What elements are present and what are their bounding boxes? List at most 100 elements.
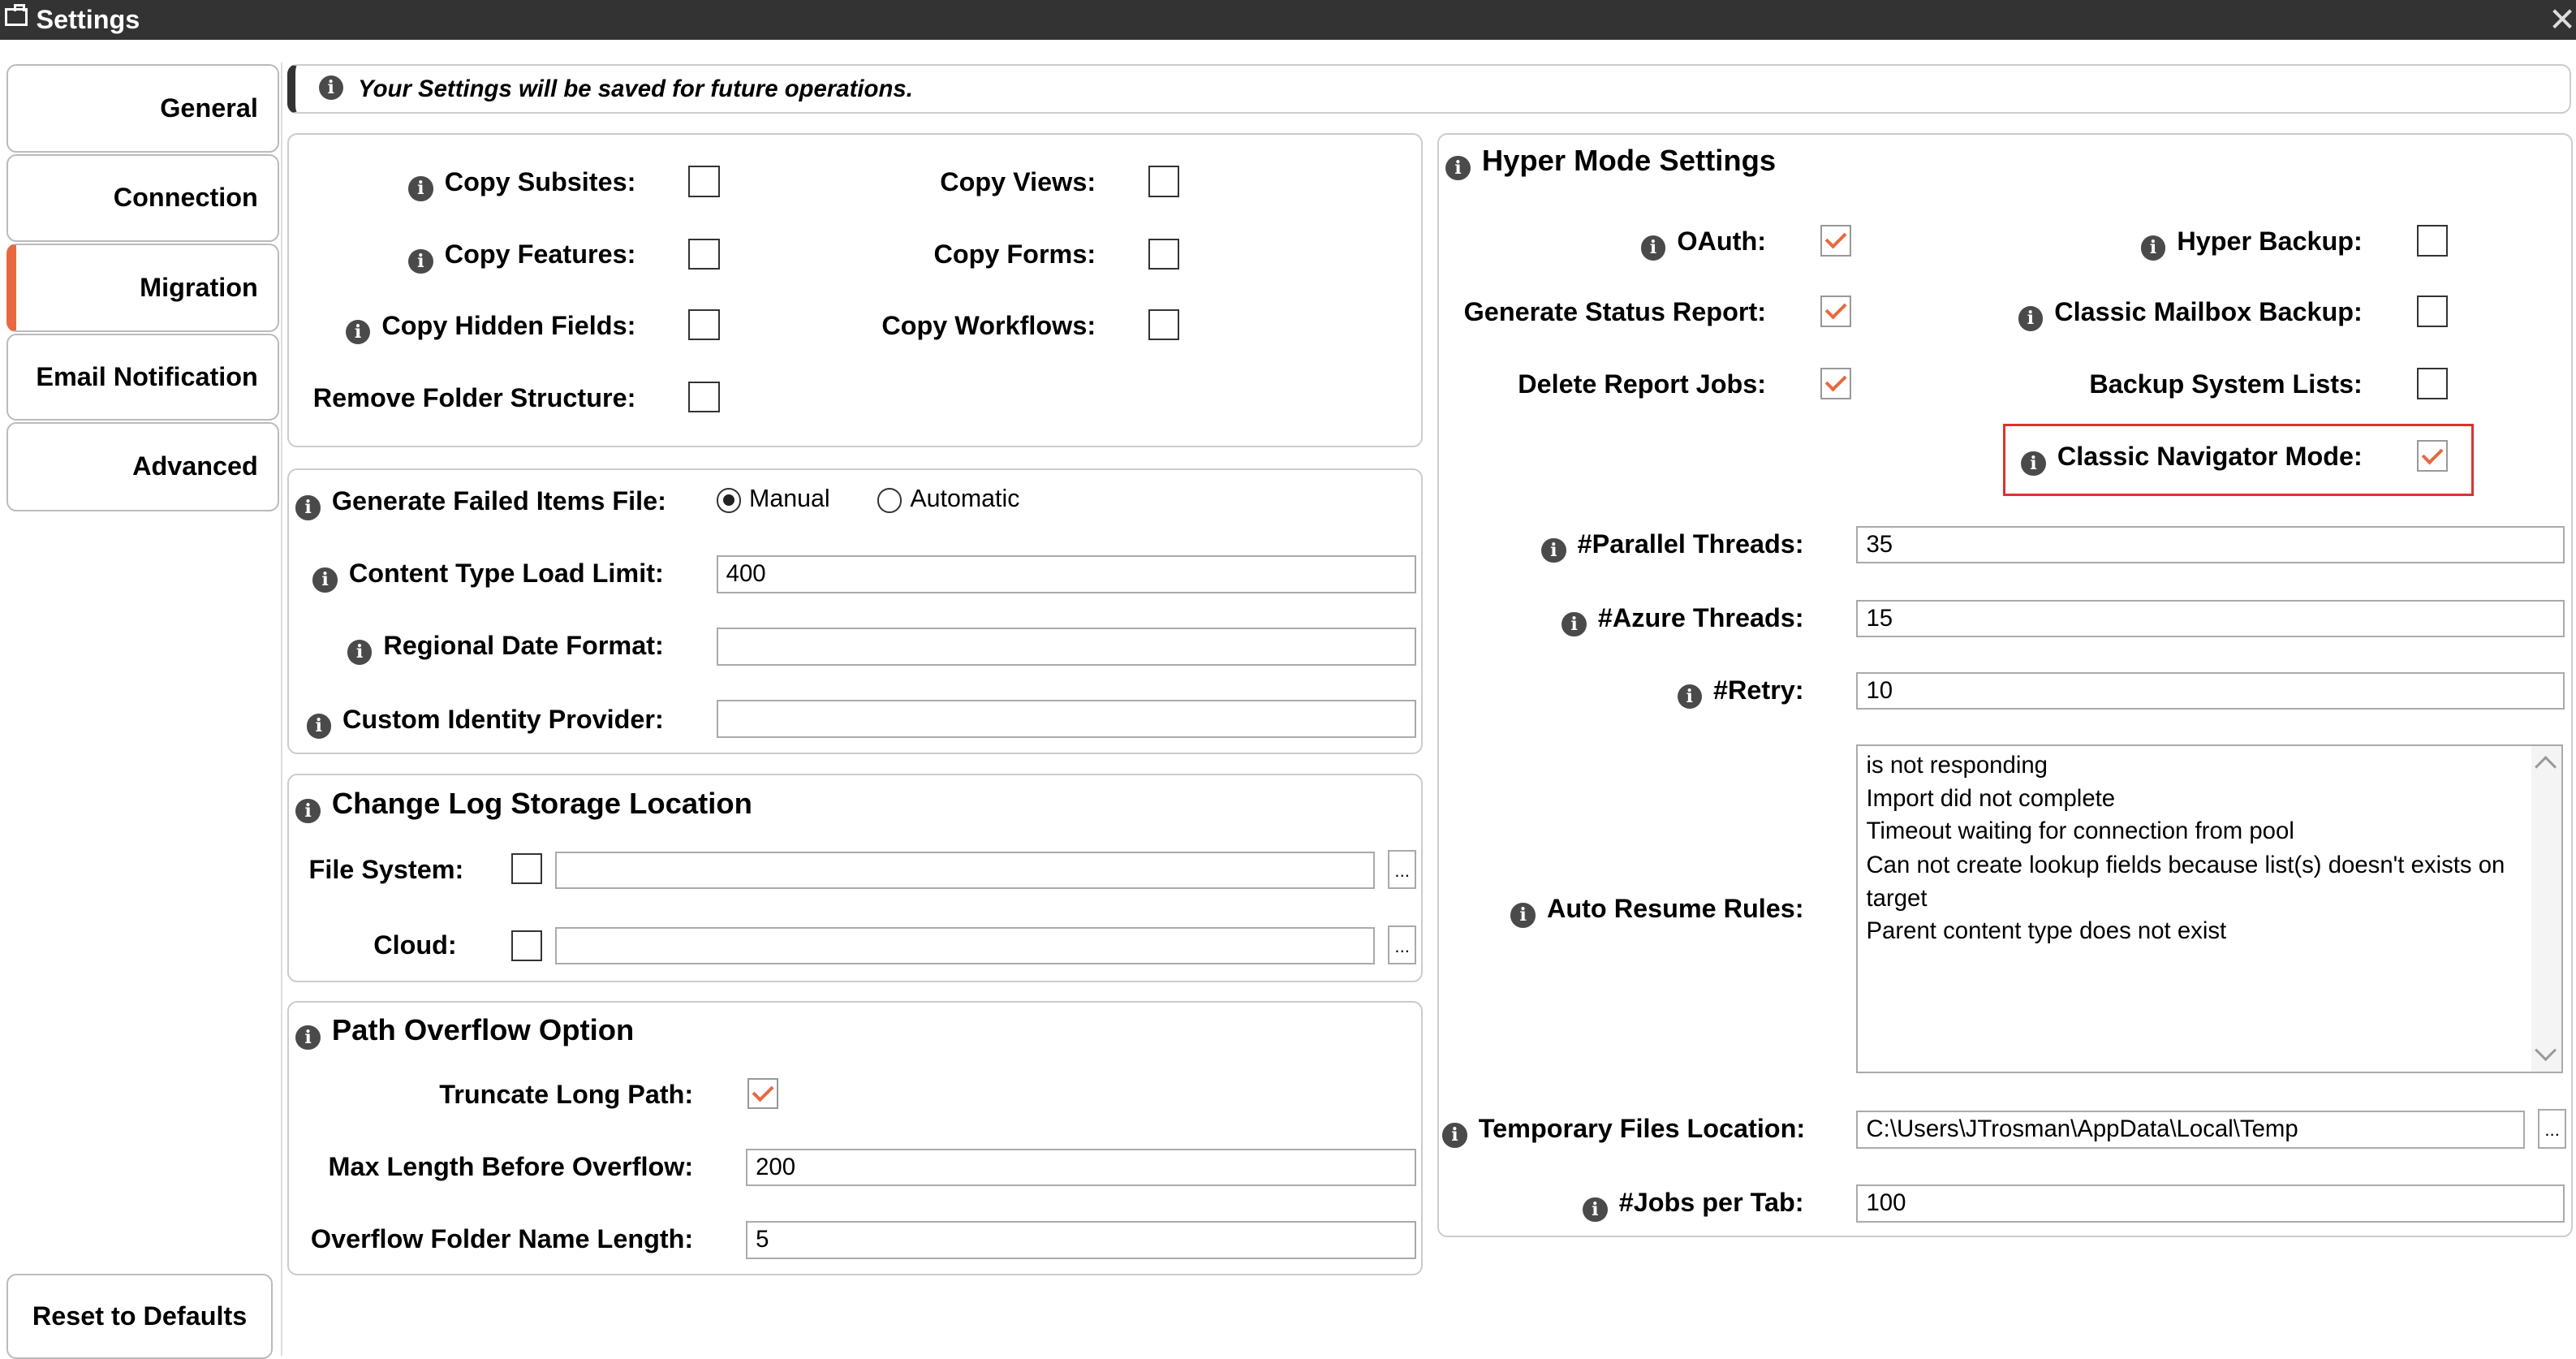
content-type-limit-input[interactable]: 400 <box>716 555 1416 593</box>
rule-line: Can not create lookup fields because lis… <box>1866 852 2505 879</box>
retry-input[interactable]: 10 <box>1856 671 2565 710</box>
info-icon[interactable]: i <box>1445 156 1471 181</box>
copy-features-label: i Copy Features: <box>295 236 635 274</box>
cloud-browse-button[interactable]: ... <box>1388 925 1416 965</box>
reset-to-defaults-button[interactable]: Reset to Defaults <box>6 1273 274 1359</box>
cloud-checkbox[interactable] <box>510 930 542 962</box>
delete-report-jobs-label: Delete Report Jobs: <box>1518 369 1767 399</box>
copy-views-checkbox[interactable] <box>1148 166 1180 197</box>
regional-date-format-label: i Regional Date Format: <box>295 628 664 665</box>
tab-label: Email Notification <box>36 362 258 392</box>
file-system-path-input[interactable] <box>555 851 1376 890</box>
status-report-checkbox[interactable] <box>1820 296 1852 327</box>
backup-system-lists-label: Backup System Lists: <box>2089 369 2363 399</box>
info-icon[interactable]: i <box>1541 537 1566 563</box>
classic-mailbox-backup-label: i Classic Mailbox Backup: <box>1889 294 2363 331</box>
info-icon[interactable]: i <box>347 640 373 665</box>
path-overflow-title: i Path Overflow Option <box>295 1011 634 1051</box>
manual-radio-label[interactable]: Manual <box>749 483 830 516</box>
info-icon[interactable]: i <box>1677 684 1702 710</box>
rule-line: Parent content type does not exist <box>1866 917 2227 945</box>
parallel-threads-label: i #Parallel Threads: <box>1445 526 1804 563</box>
info-icon[interactable]: i <box>2018 306 2044 331</box>
info-icon[interactable]: i <box>312 567 338 593</box>
oauth-checkbox[interactable] <box>1820 225 1852 257</box>
max-length-label: Max Length Before Overflow: <box>328 1151 694 1181</box>
hyper-backup-label: i Hyper Backup: <box>1889 223 2363 261</box>
parallel-threads-input[interactable]: 35 <box>1856 525 2565 564</box>
close-icon[interactable]: ✕ <box>2548 0 2576 39</box>
max-length-input[interactable]: 200 <box>746 1148 1416 1187</box>
info-icon[interactable]: i <box>1562 611 1587 637</box>
file-system-browse-button[interactable]: ... <box>1388 849 1416 890</box>
regional-date-format-input[interactable] <box>716 628 1416 666</box>
tab-label: Advanced <box>132 451 258 481</box>
info-icon[interactable]: i <box>408 176 433 201</box>
info-icon[interactable]: i <box>1442 1123 1467 1148</box>
copy-views-label: Copy Views: <box>940 167 1096 197</box>
truncate-long-path-checkbox[interactable] <box>747 1077 779 1110</box>
tab-connection[interactable]: Connection <box>6 154 280 242</box>
copy-subsites-label: i Copy Subsites: <box>295 164 635 201</box>
copy-features-checkbox[interactable] <box>688 238 720 270</box>
sidebar-divider <box>281 62 283 1356</box>
info-icon[interactable]: i <box>408 248 433 274</box>
temp-files-location-label: i Temporary Files Location: <box>1442 1111 1805 1148</box>
manual-radio[interactable] <box>716 488 741 513</box>
backup-system-lists-checkbox[interactable] <box>2416 368 2449 399</box>
auto-resume-rules-textarea[interactable]: is not responding Import did not complet… <box>1856 744 2563 1073</box>
info-icon[interactable]: i <box>1583 1197 1608 1222</box>
info-icon[interactable]: i <box>306 714 331 739</box>
chevron-up-icon[interactable] <box>2535 756 2557 779</box>
tab-label: General <box>160 93 258 123</box>
tab-migration[interactable]: Migration <box>6 243 280 332</box>
folder-name-length-input[interactable]: 5 <box>746 1221 1416 1259</box>
info-icon[interactable]: i <box>2140 235 2166 261</box>
classic-navigator-mode-checkbox[interactable] <box>2416 440 2449 472</box>
reset-label: Reset to Defaults <box>32 1301 248 1331</box>
info-icon[interactable]: i <box>2021 451 2046 476</box>
azure-threads-input[interactable]: 15 <box>1856 599 2565 638</box>
info-icon[interactable]: i <box>295 1025 321 1051</box>
chevron-down-icon[interactable] <box>2535 1039 2557 1062</box>
remove-folder-structure-checkbox[interactable] <box>688 381 720 413</box>
tab-label: Migration <box>140 272 258 302</box>
copy-forms-label: Copy Forms: <box>933 239 1096 270</box>
classic-mailbox-backup-checkbox[interactable] <box>2416 296 2449 327</box>
tab-advanced[interactable]: Advanced <box>6 422 280 511</box>
file-system-checkbox[interactable] <box>510 852 542 885</box>
failed-items-label: i Generate Failed Items File: <box>295 483 666 520</box>
temp-files-location-input[interactable]: C:\Users\JTrosman\AppData\Local\Temp <box>1856 1111 2526 1149</box>
hyper-mode-title: i Hyper Mode Settings <box>1445 141 1776 181</box>
copy-hidden-fields-label: i Copy Hidden Fields: <box>295 308 635 344</box>
copy-forms-checkbox[interactable] <box>1148 238 1180 270</box>
folder-name-length-label: Overflow Folder Name Length: <box>310 1224 694 1253</box>
info-icon[interactable]: i <box>345 319 371 344</box>
info-icon[interactable]: i <box>295 495 321 520</box>
remove-folder-structure-label: Remove Folder Structure: <box>312 382 636 412</box>
info-icon: i <box>318 76 343 101</box>
toolbox-icon <box>5 4 28 27</box>
scrollbar[interactable] <box>2531 745 2561 1072</box>
file-system-label: File System: <box>308 854 464 884</box>
temp-files-browse-button[interactable]: ... <box>2538 1109 2566 1149</box>
cloud-path-input[interactable] <box>555 926 1376 965</box>
tab-email-notification[interactable]: Email Notification <box>6 333 280 421</box>
jobs-per-tab-input[interactable]: 100 <box>1856 1184 2565 1223</box>
info-icon[interactable]: i <box>1510 903 1536 928</box>
custom-identity-provider-input[interactable] <box>716 700 1416 738</box>
automatic-radio[interactable] <box>877 488 902 513</box>
info-icon[interactable]: i <box>1640 235 1666 261</box>
info-banner: i Your Settings will be saved for future… <box>287 63 2571 114</box>
cloud-label: Cloud: <box>373 930 457 960</box>
retry-label: i #Retry: <box>1445 672 1804 710</box>
hyper-backup-checkbox[interactable] <box>2416 225 2449 257</box>
rule-line: target <box>1866 884 1928 912</box>
copy-workflows-checkbox[interactable] <box>1148 308 1180 340</box>
automatic-radio-label[interactable]: Automatic <box>910 483 1019 516</box>
tab-general[interactable]: General <box>6 63 280 153</box>
delete-report-jobs-checkbox[interactable] <box>1820 368 1852 399</box>
copy-hidden-fields-checkbox[interactable] <box>688 308 720 340</box>
copy-subsites-checkbox[interactable] <box>688 166 720 197</box>
info-icon[interactable]: i <box>295 798 321 823</box>
